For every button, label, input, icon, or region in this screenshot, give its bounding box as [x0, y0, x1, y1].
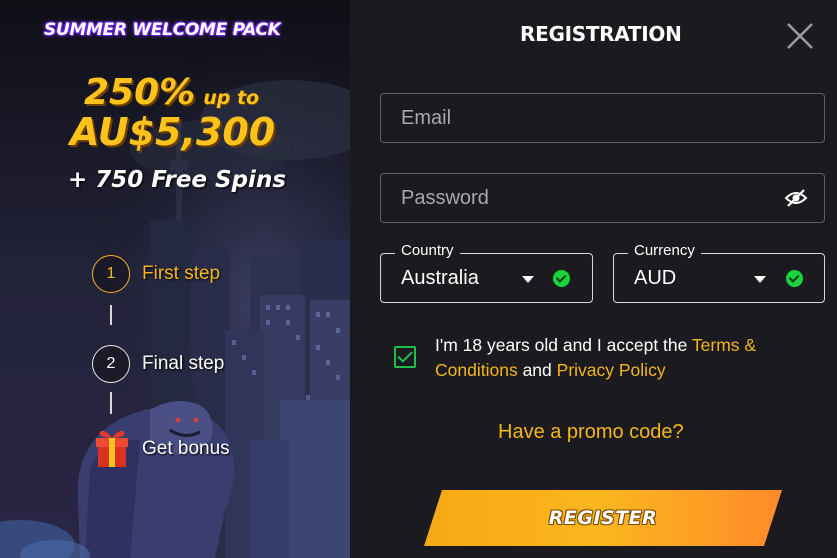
step-connector	[110, 392, 112, 414]
step-1-circle: 1	[92, 255, 130, 293]
promo-percent: 250%	[84, 72, 196, 113]
currency-select[interactable]: Currency AUD	[613, 242, 825, 303]
promo-panel: SUMMER WELCOME PACK 250% up to AU$5,300 +…	[0, 0, 350, 558]
password-field[interactable]	[381, 174, 824, 222]
promo-up-to: up to	[203, 87, 260, 109]
currency-value: AUD	[634, 267, 677, 289]
chevron-down-icon	[754, 276, 766, 283]
currency-label: Currency	[628, 242, 701, 259]
register-button[interactable]: REGISTER	[422, 488, 784, 548]
country-select[interactable]: Country Australia	[380, 242, 593, 303]
email-field[interactable]	[381, 94, 824, 142]
privacy-policy-link[interactable]: Privacy Policy	[557, 360, 666, 380]
promo-free-spins: + 750 Free Spins	[68, 167, 287, 193]
chevron-down-icon	[522, 276, 534, 283]
consent-statement: I'm 18 years old and I accept the	[435, 335, 688, 355]
email-field-container	[380, 93, 825, 143]
promo-badge: SUMMER WELCOME PACK	[44, 20, 281, 40]
gift-icon	[96, 430, 128, 467]
country-label: Country	[395, 242, 460, 259]
valid-check-icon	[553, 270, 570, 287]
promo-amount: AU$5,300	[70, 110, 276, 154]
consent-text: I'm 18 years old and I accept the Terms …	[435, 333, 815, 383]
password-field-container	[380, 173, 825, 223]
register-button-label: REGISTER	[548, 507, 658, 529]
valid-check-icon	[786, 270, 803, 287]
close-icon[interactable]	[784, 20, 816, 52]
country-value: Australia	[401, 267, 479, 289]
registration-title: REGISTRATION	[520, 22, 682, 46]
eye-slash-icon[interactable]	[784, 188, 808, 208]
age-terms-checkbox[interactable]	[394, 346, 416, 368]
step-3-label: Get bonus	[142, 438, 230, 459]
step-connector	[110, 305, 112, 325]
promo-headline: 250% up to	[84, 72, 259, 113]
consent-and: and	[522, 360, 552, 380]
step-2-circle: 2	[92, 345, 130, 383]
promo-code-link[interactable]: Have a promo code?	[498, 421, 684, 444]
step-1-label: First step	[142, 263, 221, 284]
step-2-label: Final step	[142, 353, 225, 374]
